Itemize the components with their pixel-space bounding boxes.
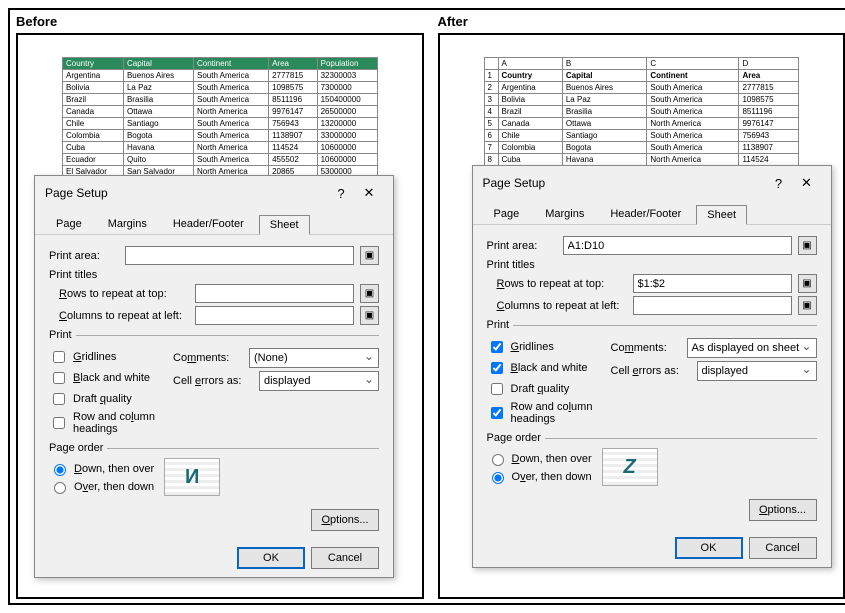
after-label: After [438,14,845,29]
cols-repeat-ref-icon[interactable]: ▣ [360,306,379,325]
tab-margins[interactable]: Margins [534,204,595,224]
comments-combo[interactable]: As displayed on sheet [687,338,817,358]
print-area-label: Print area: [49,250,119,262]
down-then-over-radio[interactable] [492,454,504,466]
tab-page[interactable]: Page [45,214,93,234]
blackwhite-checkbox[interactable] [491,362,503,374]
rows-repeat-ref-icon[interactable]: ▣ [360,284,379,303]
rows-repeat-input[interactable] [633,274,792,293]
before-table: CountryCapitalContinentAreaPopulationArg… [62,57,378,178]
cellerr-label: Cell errors as: [173,375,253,387]
pageorder-preview-icon: И [164,458,220,496]
rowcol-label: Row and column headings [73,411,163,435]
gridlines-label: Gridlines [73,351,116,363]
cols-repeat-label: Columns to repeat at left: [497,300,627,312]
blackwhite-label: Black and white [511,362,588,374]
down-then-over-label: Down, then over [512,453,592,465]
rows-repeat-label: Rows to repeat at top: [497,278,627,290]
ok-button[interactable]: OK [237,547,305,569]
rows-repeat-input[interactable] [195,284,354,303]
ok-button[interactable]: OK [675,537,743,559]
pageorder-label: Page order [487,432,545,444]
print-titles-label: Print titles [49,269,379,281]
options-button[interactable]: Options... [311,509,379,531]
draft-checkbox[interactable] [53,393,65,405]
rows-repeat-ref-icon[interactable]: ▣ [798,274,817,293]
tab-headerfooter[interactable]: Header/Footer [162,214,255,234]
tab-page[interactable]: Page [483,204,531,224]
draft-checkbox[interactable] [491,383,503,395]
cellerr-combo[interactable]: displayed [259,371,379,391]
draft-label: Draft quality [511,383,570,395]
after-frame: ABCD1CountryCapitalContinentArea2Argenti… [438,33,845,599]
print-titles-label: Print titles [487,259,817,271]
rowcol-checkbox[interactable] [491,407,503,419]
close-button[interactable]: ✕ [355,182,383,204]
gridlines-checkbox[interactable] [53,351,65,363]
print-area-ref-icon[interactable]: ▣ [798,236,817,255]
over-then-down-radio[interactable] [492,472,504,484]
cols-repeat-input[interactable] [633,296,792,315]
pageorder-preview-icon: Z [602,448,658,486]
tab-sheet[interactable]: Sheet [259,215,310,235]
comments-label: Comments: [611,342,681,354]
blackwhite-label: Black and white [73,372,150,384]
print-area-input[interactable] [563,236,792,255]
dialog-title: Page Setup [45,186,327,200]
rows-repeat-label: Rows to repeat at top: [59,288,189,300]
close-button[interactable]: ✕ [793,172,821,194]
cellerr-label: Cell errors as: [611,365,691,377]
help-button[interactable]: ? [327,182,355,204]
tab-margins[interactable]: Margins [97,214,158,234]
page-setup-dialog-after: Page Setup ? ✕ Page Margins Header/Foote… [472,165,832,568]
over-then-down-label: Over, then down [512,471,592,483]
options-button[interactable]: Options... [749,499,817,521]
print-section-label: Print [49,329,76,341]
cols-repeat-input[interactable] [195,306,354,325]
rowcol-label: Row and column headings [511,401,601,425]
before-label: Before [16,14,424,29]
gridlines-label: Gridlines [511,341,554,353]
draft-label: Draft quality [73,393,132,405]
blackwhite-checkbox[interactable] [53,372,65,384]
print-area-label: Print area: [487,240,557,252]
rowcol-checkbox[interactable] [53,417,65,429]
gridlines-checkbox[interactable] [491,341,503,353]
over-then-down-radio[interactable] [54,482,66,494]
print-area-input[interactable] [125,246,354,265]
comments-label: Comments: [173,352,243,364]
cols-repeat-label: Columns to repeat at left: [59,310,189,322]
print-area-ref-icon[interactable]: ▣ [360,246,379,265]
page-setup-dialog-before: Page Setup ? ✕ Page Margins Header/Foote… [34,175,394,578]
dialog-title: Page Setup [483,176,765,190]
pageorder-label: Page order [49,442,107,454]
before-frame: CountryCapitalContinentAreaPopulationArg… [16,33,424,599]
cancel-button[interactable]: Cancel [311,547,379,569]
print-section-label: Print [487,319,514,331]
over-then-down-label: Over, then down [74,481,154,493]
cols-repeat-ref-icon[interactable]: ▣ [798,296,817,315]
cancel-button[interactable]: Cancel [749,537,817,559]
tab-headerfooter[interactable]: Header/Footer [599,204,692,224]
after-table: ABCD1CountryCapitalContinentArea2Argenti… [484,57,800,166]
help-button[interactable]: ? [765,172,793,194]
down-then-over-radio[interactable] [54,464,66,476]
tab-sheet[interactable]: Sheet [696,205,747,225]
down-then-over-label: Down, then over [74,463,154,475]
cellerr-combo[interactable]: displayed [697,361,817,381]
comments-combo[interactable]: (None) [249,348,379,368]
